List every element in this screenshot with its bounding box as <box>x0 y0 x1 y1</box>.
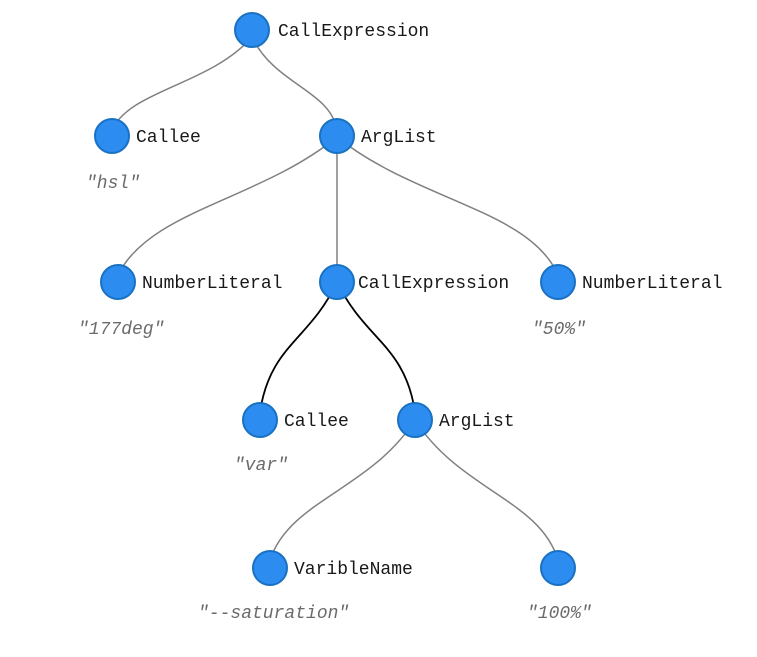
value-num2: "50%" <box>532 320 586 340</box>
label-call2: CallExpression <box>358 274 509 294</box>
value-varname: "--saturation" <box>198 604 349 624</box>
node-call2 <box>320 265 354 299</box>
edge-arglist2-varname <box>270 420 415 560</box>
node-varname <box>253 551 287 585</box>
label-varname: VaribleName <box>294 560 413 580</box>
label-arglist1: ArgList <box>361 128 437 148</box>
node-callee1 <box>95 119 129 153</box>
edge-call2-arglist2 <box>337 282 415 412</box>
node-num2 <box>541 265 575 299</box>
value-num1: "177deg" <box>78 320 164 340</box>
edge-call2-callee2 <box>260 282 337 412</box>
value-callee1: "hsl" <box>86 174 140 194</box>
node-leaf100 <box>541 551 575 585</box>
edge-arglist1-num2 <box>337 137 558 275</box>
label-num2: NumberLiteral <box>582 274 722 294</box>
label-root: CallExpression <box>278 22 429 42</box>
edge-arglist1-num1 <box>118 137 337 275</box>
edge-arglist2-leaf100 <box>415 420 558 560</box>
label-callee1: Callee <box>136 128 201 148</box>
ast-tree-diagram: CallExpression Callee "hsl" ArgList Numb… <box>0 0 757 657</box>
edge-root-callee1 <box>112 37 252 130</box>
value-callee2: "var" <box>234 456 288 476</box>
label-arglist2: ArgList <box>439 412 515 432</box>
node-root <box>235 13 269 47</box>
node-arglist1 <box>320 119 354 153</box>
node-callee2 <box>243 403 277 437</box>
value-leaf100: "100%" <box>527 604 592 624</box>
label-callee2: Callee <box>284 412 349 432</box>
node-arglist2 <box>398 403 432 437</box>
edge-root-arglist1 <box>252 37 337 130</box>
node-num1 <box>101 265 135 299</box>
label-num1: NumberLiteral <box>142 274 282 294</box>
